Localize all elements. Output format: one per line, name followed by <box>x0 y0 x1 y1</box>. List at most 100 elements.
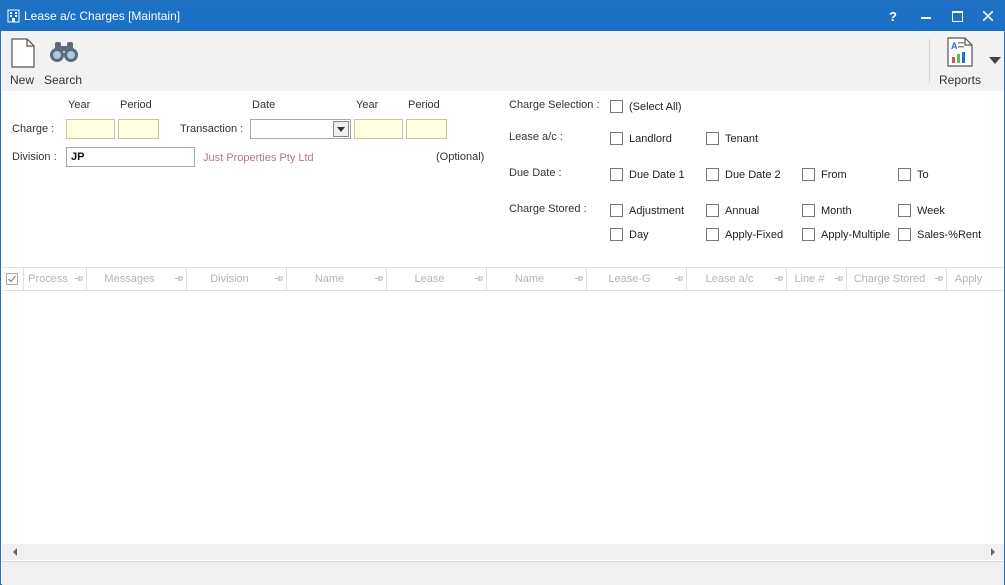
pin-icon[interactable] <box>774 274 783 283</box>
apply-fixed-checkbox[interactable] <box>706 228 719 241</box>
lease-charges-window: Lease a/c Charges [Maintain] ? New Searc… <box>0 0 1005 585</box>
charge-label: Charge : <box>12 123 55 135</box>
landlord-checkbox[interactable] <box>610 132 623 145</box>
close-button[interactable] <box>972 1 1004 31</box>
minimize-button[interactable] <box>910 1 942 31</box>
building-icon <box>7 9 20 23</box>
column-header-lease[interactable]: Lease <box>387 268 487 290</box>
day-label: Day <box>629 229 649 241</box>
from-label: From <box>821 169 847 181</box>
column-header-charge-stored[interactable]: Charge Stored <box>847 268 947 290</box>
due-date-2-label: Due Date 2 <box>725 169 781 181</box>
maximize-button[interactable] <box>941 1 973 31</box>
toolbar: New Search A Reports <box>1 31 1004 91</box>
pin-icon[interactable] <box>934 274 943 283</box>
annual-checkbox[interactable] <box>706 204 719 217</box>
column-header-division[interactable]: Division <box>187 268 287 290</box>
column-title: Name <box>514 273 545 285</box>
pin-icon[interactable] <box>834 274 843 283</box>
grid-header: Process Messages Division Name Lease Nam… <box>2 267 1004 291</box>
column-title: Messages <box>104 273 155 285</box>
pin-icon[interactable] <box>74 274 83 283</box>
select-all-checkbox[interactable] <box>610 100 623 113</box>
adjustment-checkbox[interactable] <box>610 204 623 217</box>
annual-label: Annual <box>725 205 760 217</box>
column-title: Apply <box>954 273 983 285</box>
landlord-label: Landlord <box>629 133 672 145</box>
chevron-down-icon[interactable] <box>333 121 349 137</box>
charge-period-field[interactable] <box>119 120 158 138</box>
day-checkbox[interactable] <box>610 228 623 241</box>
due-date-1-checkbox[interactable] <box>610 168 623 181</box>
column-header-name[interactable]: Name <box>287 268 387 290</box>
select-all-rows-column[interactable] <box>2 268 24 290</box>
grid-body[interactable] <box>2 291 1004 543</box>
reports-dropdown-icon[interactable] <box>989 57 1001 64</box>
column-title: Lease <box>414 273 445 285</box>
sales-rent-checkbox[interactable] <box>898 228 911 241</box>
pin-icon[interactable] <box>574 274 583 283</box>
search-label: Search <box>43 73 83 87</box>
week-checkbox[interactable] <box>898 204 911 217</box>
column-title: Division <box>210 273 249 285</box>
svg-text:A: A <box>951 41 958 51</box>
report-icon: A <box>947 37 973 67</box>
header-checkbox[interactable] <box>6 273 18 285</box>
new-label: New <box>9 73 34 87</box>
help-button[interactable]: ? <box>877 1 909 31</box>
column-title: Lease a/c <box>705 273 754 285</box>
pin-icon[interactable] <box>174 274 183 283</box>
transaction-period-input[interactable] <box>406 119 447 139</box>
column-header-messages[interactable]: Messages <box>87 268 187 290</box>
due-date-1-label: Due Date 1 <box>629 169 685 181</box>
year-header: Year <box>68 99 91 111</box>
charge-year-field[interactable] <box>67 120 114 138</box>
month-checkbox[interactable] <box>802 204 815 217</box>
search-button[interactable]: Search <box>41 31 85 91</box>
column-header-lease-ac[interactable]: Lease a/c <box>687 268 787 290</box>
reports-button[interactable]: A Reports <box>934 31 986 91</box>
division-label: Division : <box>12 151 57 163</box>
reports-label: Reports <box>938 73 982 87</box>
transaction-year-field[interactable] <box>355 120 402 138</box>
due-date-2-checkbox[interactable] <box>706 168 719 181</box>
new-button[interactable]: New <box>4 31 40 91</box>
column-header-line-number[interactable]: Line # <box>787 268 847 290</box>
column-header-lease-name[interactable]: Name <box>487 268 587 290</box>
optional-label: (Optional) <box>436 151 485 163</box>
week-label: Week <box>917 205 945 217</box>
column-header-apply[interactable]: Apply <box>947 268 1004 290</box>
pin-icon[interactable] <box>374 274 383 283</box>
scroll-right-icon[interactable] <box>991 548 995 556</box>
from-checkbox[interactable] <box>802 168 815 181</box>
pin-icon[interactable] <box>474 274 483 283</box>
charge-period-input[interactable] <box>118 119 159 139</box>
pin-icon[interactable] <box>674 274 683 283</box>
pin-icon[interactable] <box>274 274 283 283</box>
transaction-period-field[interactable] <box>407 120 446 138</box>
scroll-left-icon[interactable] <box>13 548 17 556</box>
horizontal-scrollbar[interactable] <box>2 544 1004 560</box>
charge-selection-label: Charge Selection : <box>509 99 600 111</box>
period-header-2: Period <box>408 99 440 111</box>
sales-rent-label: Sales-%Rent <box>917 229 982 241</box>
period-header: Period <box>120 99 152 111</box>
tenant-checkbox[interactable] <box>706 132 719 145</box>
column-title: Lease-G <box>608 273 651 285</box>
transaction-year-input[interactable] <box>354 119 403 139</box>
transaction-date-combo[interactable] <box>250 119 351 139</box>
apply-multiple-checkbox[interactable] <box>802 228 815 241</box>
to-checkbox[interactable] <box>898 168 911 181</box>
date-header: Date <box>252 99 276 111</box>
charge-year-input[interactable] <box>66 119 115 139</box>
column-header-lease-g[interactable]: Lease-G <box>587 268 687 290</box>
column-header-process[interactable]: Process <box>24 268 87 290</box>
column-title: Name <box>314 273 345 285</box>
charge-stored-label: Charge Stored : <box>509 203 587 215</box>
column-title: Process <box>28 273 68 285</box>
division-field[interactable] <box>67 148 194 166</box>
column-title: Charge Stored <box>853 273 926 285</box>
close-icon <box>983 11 993 21</box>
checkmark-icon <box>8 275 17 283</box>
division-input[interactable] <box>66 147 195 167</box>
